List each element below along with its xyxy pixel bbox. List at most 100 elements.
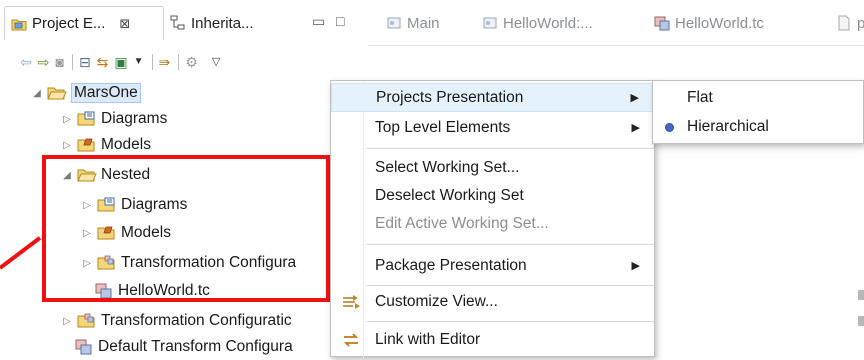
transformation-config-icon xyxy=(95,283,112,299)
dropdown-arrow-icon[interactable]: ▼ xyxy=(134,54,144,70)
edge-marker xyxy=(858,316,864,326)
editor-tab-helloworld-diagram-label: HelloWorld:... xyxy=(503,14,593,32)
forward-arrow-icon[interactable]: ⇨ xyxy=(38,54,50,70)
tree-node-transformation-configurations[interactable]: ▷ Transformation Configuratic xyxy=(60,308,292,334)
new-icon[interactable]: ▣ xyxy=(114,54,127,70)
menu-item-select-working-set[interactable]: Select Working Set... xyxy=(331,153,654,182)
submenu-arrow-icon: ▶ xyxy=(631,260,640,272)
back-arrow-icon[interactable]: ⇦ xyxy=(20,54,32,70)
tree-node-label: Models xyxy=(101,136,151,153)
menu-item-label: Projects Presentation xyxy=(376,88,524,106)
submenu-arrow-icon: ▶ xyxy=(631,122,640,134)
menu-item-label: Edit Active Working Set... xyxy=(375,214,549,232)
expand-twisty-icon[interactable]: ▷ xyxy=(60,114,74,125)
tree-node-nested-transformation-configurations[interactable]: ▷ Transformation Configura xyxy=(80,250,296,276)
models-folder-icon xyxy=(97,226,115,240)
submenu-arrow-icon: ▶ xyxy=(630,92,639,104)
menu-item-customize-view[interactable]: Customize View... xyxy=(331,287,654,316)
projects-presentation-submenu: Flat Hierarchical xyxy=(652,80,864,144)
transformation-folder-icon xyxy=(77,313,95,328)
expand-twisty-icon[interactable]: ▷ xyxy=(80,200,94,211)
collapse-twisty-icon[interactable]: ◢ xyxy=(30,88,44,99)
menu-separator xyxy=(367,321,654,322)
tree-node-label: Nested xyxy=(101,166,151,183)
tab-project-explorer-label: Project E... xyxy=(32,15,106,32)
toolbar-separator xyxy=(151,54,153,70)
menu-item-edit-active-working-set: Edit Active Working Set... xyxy=(331,209,654,238)
tab-inheritance-label: Inherita... xyxy=(191,14,254,32)
tree-node-label: Models xyxy=(121,224,171,241)
close-icon[interactable]: ⊠ xyxy=(119,16,130,32)
menu-item-label: Select Working Set... xyxy=(375,158,520,176)
menu-item-deselect-working-set[interactable]: Deselect Working Set xyxy=(331,181,654,210)
menu-separator xyxy=(367,285,654,286)
menu-item-package-presentation[interactable]: Package Presentation ▶ xyxy=(331,251,654,280)
toolbar-separator xyxy=(178,54,180,70)
diagram-file-icon xyxy=(483,17,497,29)
main-file-icon xyxy=(387,17,401,29)
open-folder-icon xyxy=(77,169,97,182)
context-menu: Projects Presentation ▶ Top Level Elemen… xyxy=(330,80,655,358)
maximize-icon[interactable]: □ xyxy=(336,13,344,29)
expand-twisty-icon[interactable]: ▷ xyxy=(80,258,94,269)
menu-item-label: Package Presentation xyxy=(375,256,527,274)
editor-tab-main[interactable]: Main xyxy=(386,8,440,38)
filter-icon[interactable]: ⇛ xyxy=(159,54,171,70)
tree-node-marsone[interactable]: ◢ MarsOne xyxy=(30,80,141,106)
view-toolbar: ⇦ ⇨ ◙ ⊟ ⇆ ▣ ▼ ⇛ ⚙ ▽ xyxy=(0,48,368,76)
tree-node-label: MarsOne xyxy=(71,83,141,103)
tree-node-models[interactable]: ▷ Models xyxy=(60,132,151,158)
menu-item-label: Customize View... xyxy=(375,292,498,310)
tree-node-default-transform-configuration[interactable]: Default Transform Configura xyxy=(74,334,293,360)
collapse-all-icon[interactable]: ⊟ xyxy=(79,54,91,70)
transformation-config-icon xyxy=(654,16,670,31)
editor-tab-helloworld-tc-label: HelloWorld.tc xyxy=(675,14,764,32)
tree-node-diagrams[interactable]: ▷ Diagrams xyxy=(60,106,167,132)
models-folder-icon xyxy=(77,138,95,152)
tree-node-nested[interactable]: ◢ Nested xyxy=(60,162,150,188)
submenu-item-label: Hierarchical xyxy=(687,118,769,135)
menu-item-projects-presentation[interactable]: Projects Presentation ▶ xyxy=(331,83,654,112)
menu-separator xyxy=(367,244,654,245)
transformation-folder-icon xyxy=(97,255,115,270)
menu-item-top-level-elements[interactable]: Top Level Elements ▶ xyxy=(331,113,654,142)
editor-tab-main-label: Main xyxy=(407,14,440,32)
file-icon xyxy=(838,15,850,31)
submenu-item-flat[interactable]: Flat xyxy=(653,83,863,113)
tree-node-nested-diagrams[interactable]: ▷ Diagrams xyxy=(80,192,187,218)
diagrams-folder-icon xyxy=(97,197,115,212)
view-menu-icon[interactable]: ▽ xyxy=(212,54,220,70)
menu-item-label: Link with Editor xyxy=(375,330,481,348)
minimize-icon[interactable]: ▭ xyxy=(312,13,325,30)
expand-twisty-icon[interactable]: ▷ xyxy=(80,228,94,239)
editor-tab-helloworld-diagram[interactable]: HelloWorld:... xyxy=(482,8,593,38)
tree-node-label: Default Transform Configura xyxy=(98,338,293,355)
project-explorer-icon xyxy=(11,19,27,30)
expand-twisty-icon[interactable]: ▷ xyxy=(60,316,74,327)
tree-node-nested-models[interactable]: ▷ Models xyxy=(80,220,171,246)
tree-node-label: Diagrams xyxy=(121,196,188,213)
open-project-icon xyxy=(47,87,67,100)
customize-view-icon xyxy=(341,293,361,311)
toolbar-separator xyxy=(71,54,73,70)
expand-twisty-icon[interactable]: ▷ xyxy=(60,140,74,151)
link-editor-icon[interactable]: ⇆ xyxy=(97,54,109,70)
edge-marker xyxy=(858,290,864,300)
link-with-editor-icon xyxy=(341,331,361,349)
transformation-config-icon xyxy=(75,339,92,355)
menu-separator xyxy=(367,148,654,149)
tree-node-label: HelloWorld.tc xyxy=(118,282,210,299)
submenu-item-label: Flat xyxy=(687,89,713,106)
up-icon[interactable]: ◙ xyxy=(55,54,63,70)
menu-item-label: Deselect Working Set xyxy=(375,186,524,204)
editor-tab-p[interactable]: p xyxy=(836,8,864,38)
sync-icon[interactable]: ⚙ xyxy=(185,54,198,70)
inheritance-icon xyxy=(170,15,185,30)
editor-tab-helloworld-tc[interactable]: HelloWorld.tc xyxy=(654,8,764,38)
submenu-item-hierarchical[interactable]: Hierarchical xyxy=(653,112,863,142)
tab-project-explorer[interactable]: Project E... ⊠ xyxy=(4,6,164,40)
menu-item-link-with-editor[interactable]: Link with Editor xyxy=(331,325,654,354)
tab-inheritance[interactable]: Inherita... xyxy=(170,8,254,38)
tree-node-helloworld-tc[interactable]: HelloWorld.tc xyxy=(94,278,210,304)
collapse-twisty-icon[interactable]: ◢ xyxy=(60,170,74,181)
